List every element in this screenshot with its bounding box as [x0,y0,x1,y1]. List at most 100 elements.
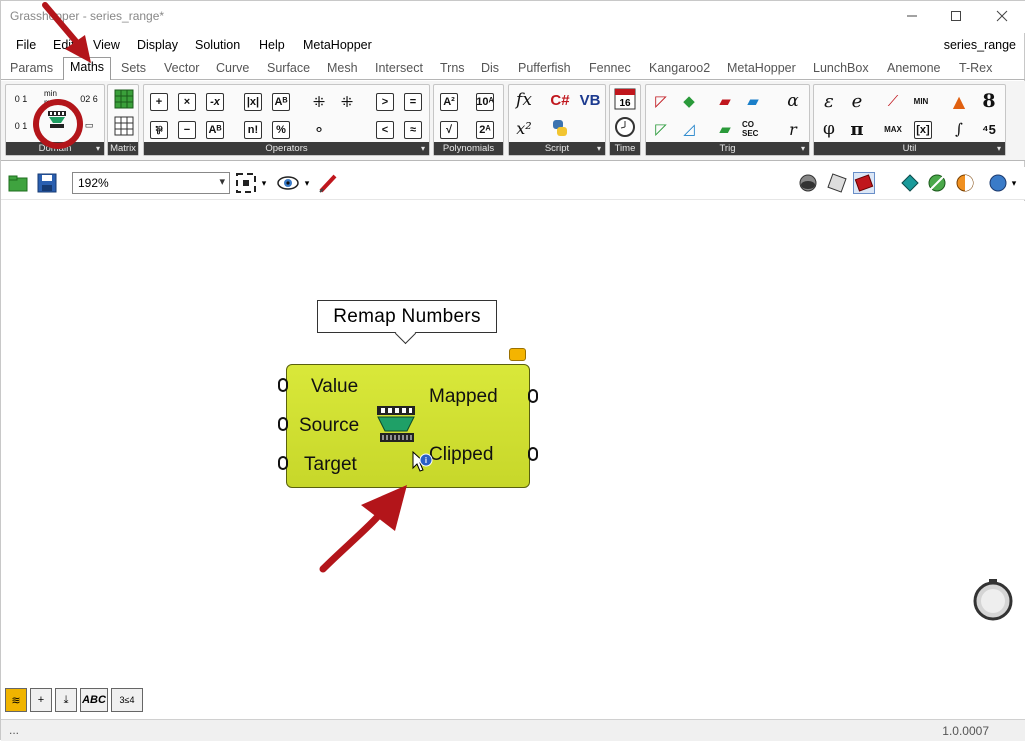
canvas-navigation-widget[interactable] [971,577,1015,621]
preview-mesh-icon[interactable] [797,172,819,194]
remap-numbers-icon[interactable] [46,109,68,131]
input-target-grip[interactable] [278,456,288,470]
input-target-label[interactable]: Target [304,454,357,476]
alpha-icon[interactable]: α [782,90,804,112]
tab-params[interactable]: Params [10,61,53,75]
bake-icon[interactable] [926,172,948,194]
multiplication-icon[interactable]: × [178,93,196,111]
zoom-select[interactable]: 192% ▾ [72,172,230,194]
golden-ratio-icon[interactable]: 8 [978,90,1000,112]
square-root-icon[interactable]: √ [440,121,458,139]
blur-numbers-icon[interactable]: ▲ [948,90,970,112]
gate-and-icon[interactable]: ⁜ [308,91,330,113]
tab-t-rex[interactable]: T-Rex [959,61,992,75]
input-source-label[interactable]: Source [299,415,359,437]
menu-help[interactable]: Help [259,38,285,52]
download-icon[interactable]: ⤓ [55,688,77,712]
python-icon[interactable] [549,117,571,139]
close-button[interactable] [979,5,1025,27]
output-clipped-grip[interactable] [528,447,538,461]
document-name[interactable]: series_range [944,38,1016,52]
clock-icon[interactable] [614,116,636,138]
tab-mesh[interactable]: Mesh [327,61,358,75]
radius-icon[interactable]: r [782,118,804,140]
output-mapped-grip[interactable] [528,389,538,403]
cosine-icon[interactable]: ▰ [742,90,764,112]
absolute-icon[interactable]: |x| [244,93,262,111]
menu-metahopper[interactable]: MetaHopper [303,38,372,52]
addition-icon[interactable]: + [150,93,168,111]
menu-edit[interactable]: Edit [53,38,75,52]
negative-icon[interactable]: -x [206,93,224,111]
output-clipped-label[interactable]: Clipped [429,444,493,466]
vb-icon[interactable]: VB [579,89,601,111]
similarity-icon[interactable]: ≈ [404,121,422,139]
phi-icon[interactable]: φ [818,118,840,140]
minimize-button[interactable] [889,5,935,27]
material-icon[interactable] [954,172,976,194]
grasshopper-canvas[interactable]: Remap Numbers Value Source Target Mapped… [1,201,1025,719]
triangle-icon[interactable]: ◸ [650,118,672,140]
output-mapped-label[interactable]: Mapped [429,386,498,408]
tab-maths[interactable]: Maths [63,57,112,80]
preview-eye-icon[interactable] [277,172,299,194]
modulus-icon[interactable]: Aᴮ [272,93,290,111]
tab-intersect[interactable]: Intersect [375,61,423,75]
extremes-icon[interactable]: ⟋ [882,90,904,112]
secant-icon[interactable]: ▰ [714,118,736,140]
euler-e-icon[interactable]: e [846,90,868,112]
spell-check-icon[interactable]: ABC [80,688,108,712]
open-file-icon[interactable] [7,172,29,194]
percentage-icon[interactable]: % [272,121,290,139]
tab-sets[interactable]: Sets [121,61,146,75]
sort-numbers-icon[interactable]: 3≤4 [111,688,143,712]
tab-dis[interactable]: Dis [481,61,499,75]
csharp-icon[interactable]: C# [549,89,571,111]
round-icon[interactable]: ⁴5 [978,118,1000,140]
tab-pufferfish[interactable]: Pufferfish [518,61,571,75]
tangent-icon[interactable]: ▰ [714,90,736,112]
deconstruct-domain-icon[interactable]: 0 1 [10,115,32,137]
sine-icon[interactable]: ◸ [650,90,672,112]
equality-icon[interactable]: = [404,93,422,111]
smaller-than-icon[interactable]: < [376,121,394,139]
square-icon[interactable]: A² [440,93,458,111]
larger-than-icon[interactable]: > [376,93,394,111]
tab-curve[interactable]: Curve [216,61,249,75]
menu-solution[interactable]: Solution [195,38,240,52]
chevron-down-icon[interactable]: ▾ [1008,172,1020,194]
wire-display-icon[interactable]: ≋ [5,688,27,712]
epsilon-icon[interactable]: ε [818,90,840,112]
chevron-down-icon[interactable]: ▾ [258,172,270,194]
tab-metahopper[interactable]: MetaHopper [727,61,796,75]
preview-wireframe-icon[interactable] [826,172,848,194]
sketch-pen-icon[interactable] [317,172,339,194]
tab-kangaroo2[interactable]: Kangaroo2 [649,61,710,75]
maximum-icon[interactable]: MAX [882,118,904,140]
interpolate-icon[interactable]: ∫ [948,118,970,140]
division-icon[interactable]: ⅌ [150,121,168,139]
input-value-label[interactable]: Value [311,376,358,398]
minimum-icon[interactable]: MIN [910,90,932,112]
chevron-down-icon[interactable]: ▾ [301,172,313,194]
cosecant-icon[interactable]: CO SEC [742,118,764,140]
menu-display[interactable]: Display [137,38,178,52]
find-domain-icon[interactable]: ▭ [78,115,100,137]
input-source-grip[interactable] [278,417,288,431]
expression-icon[interactable]: fx [513,89,535,111]
tab-fennec[interactable]: Fennec [589,61,631,75]
bounds-icon[interactable]: min max [44,87,66,109]
subtraction-icon[interactable]: − [178,121,196,139]
gate-or-icon[interactable]: ⁜ [336,91,358,113]
input-value-grip[interactable] [278,378,288,392]
arcsine-icon[interactable]: ◆ [678,90,700,112]
remap-numbers-component[interactable]: Value Source Target Mapped Clipped [286,364,530,488]
pi-icon[interactable]: π [846,118,868,140]
truncate-icon[interactable]: [x] [914,121,932,139]
tab-lunchbox[interactable]: LunchBox [813,61,869,75]
right-triangle-icon[interactable]: ◿ [678,118,700,140]
menu-view[interactable]: View [93,38,120,52]
sphere-preview-icon[interactable] [987,172,1009,194]
power-icon[interactable]: Aᴮ [206,121,224,139]
deconstruct-matrix-icon[interactable] [113,115,135,137]
